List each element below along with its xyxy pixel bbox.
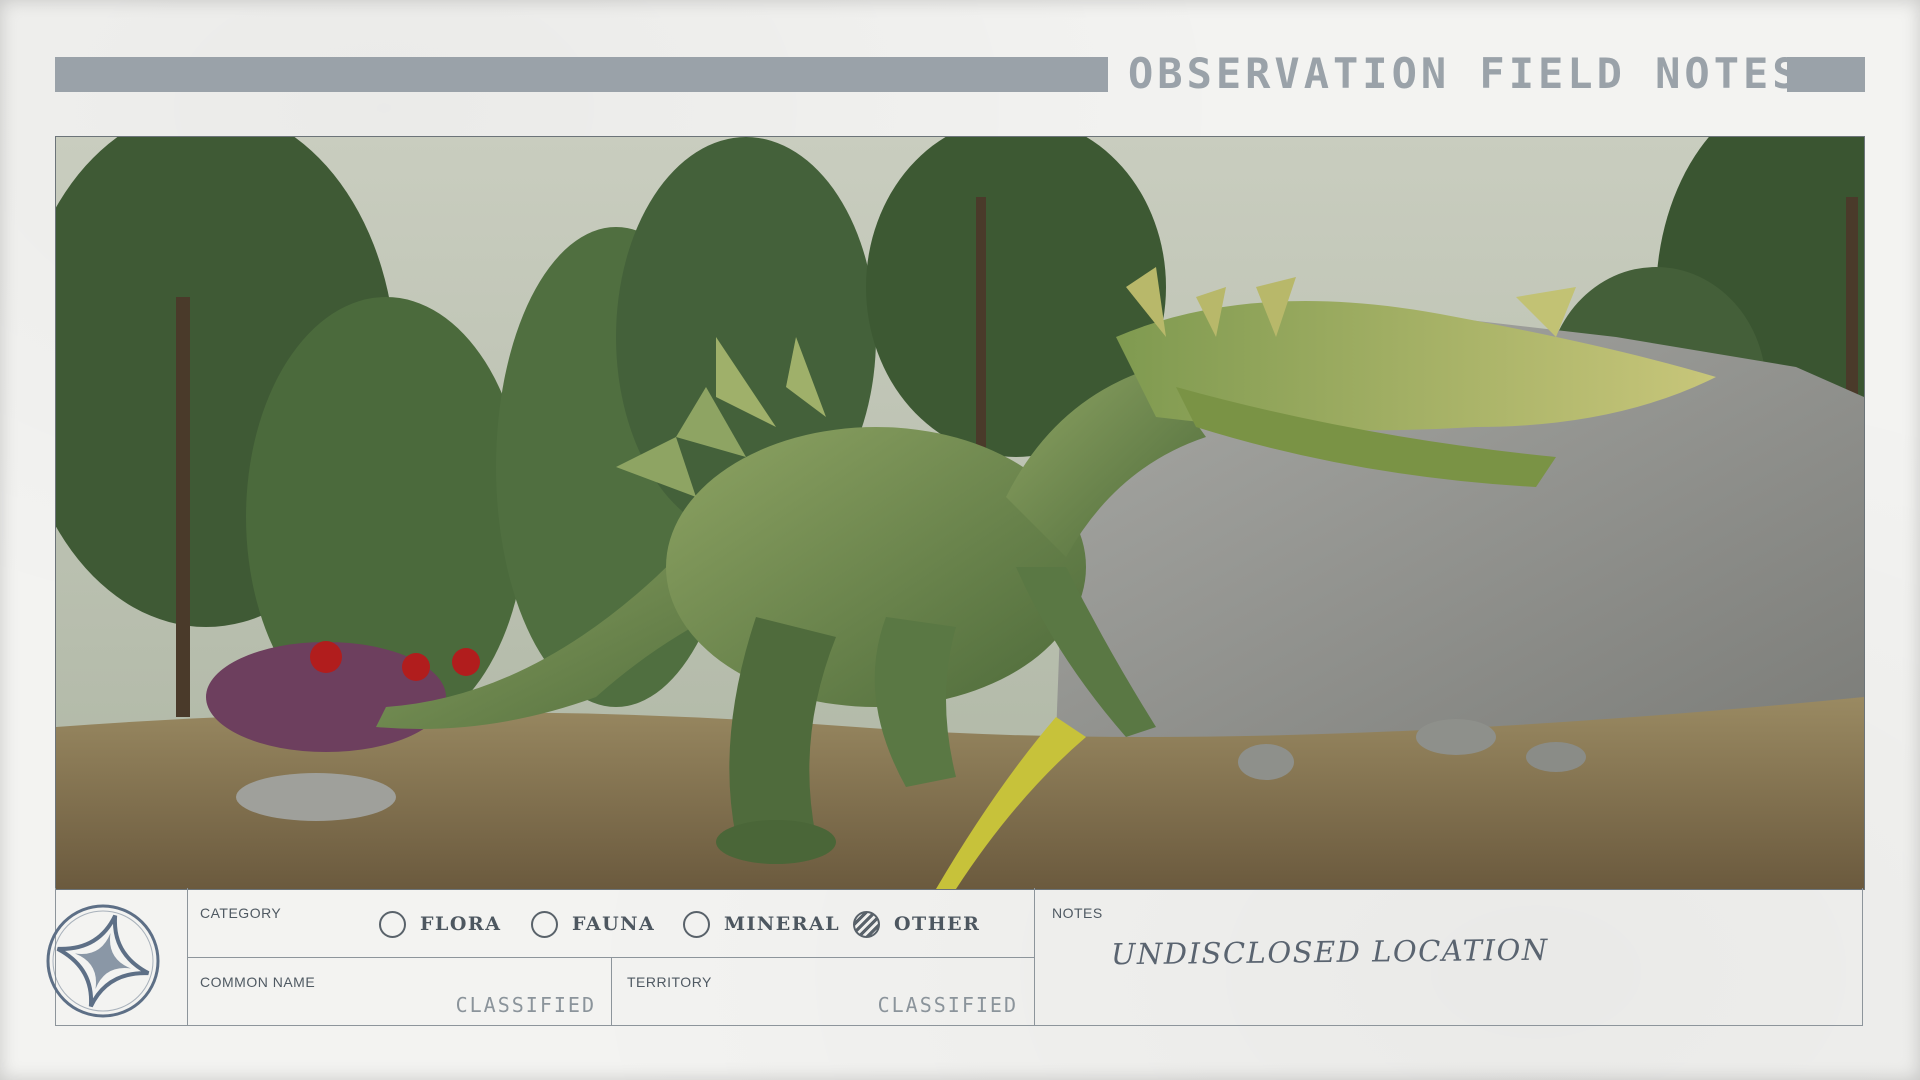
category-option-fauna[interactable]: FAUNA — [531, 907, 655, 941]
category-label: CATEGORY — [200, 905, 282, 921]
radio-other[interactable] — [853, 910, 880, 938]
notes-value: UNDISCLOSED LOCATION — [1110, 932, 1549, 972]
fauna-label: FAUNA — [572, 913, 656, 935]
creature-photo — [55, 136, 1865, 890]
radio-mineral[interactable] — [683, 910, 710, 938]
scene-illustration — [56, 137, 1864, 889]
flora-label: FLORA — [420, 913, 502, 935]
territory-label: TERRITORY — [627, 974, 712, 990]
common-name-value: CLASSIFIED — [455, 993, 596, 1017]
category-option-other[interactable]: OTHER — [853, 907, 980, 941]
divider — [1034, 888, 1035, 1026]
header-bar-left — [55, 57, 1108, 92]
notes-label: NOTES — [1052, 905, 1103, 921]
other-label: OTHER — [894, 913, 981, 935]
territory-value: CLASSIFIED — [877, 993, 1018, 1017]
mineral-label: MINERAL — [724, 913, 841, 935]
page-title: OBSERVATION FIELD NOTES — [1128, 49, 1802, 98]
radio-flora[interactable] — [379, 910, 406, 938]
divider — [611, 957, 612, 1026]
divider — [187, 957, 1034, 958]
radio-fauna[interactable] — [531, 910, 558, 938]
field-notes-form: CATEGORY FLORA FAUNA MINERAL OTHER COMMO… — [55, 888, 1863, 1026]
common-name-label: COMMON NAME — [200, 974, 316, 990]
star-compass-emblem-icon — [46, 904, 160, 1018]
category-option-flora[interactable]: FLORA — [379, 907, 501, 941]
header-bar-right — [1787, 57, 1865, 92]
category-option-mineral[interactable]: MINERAL — [683, 907, 840, 941]
